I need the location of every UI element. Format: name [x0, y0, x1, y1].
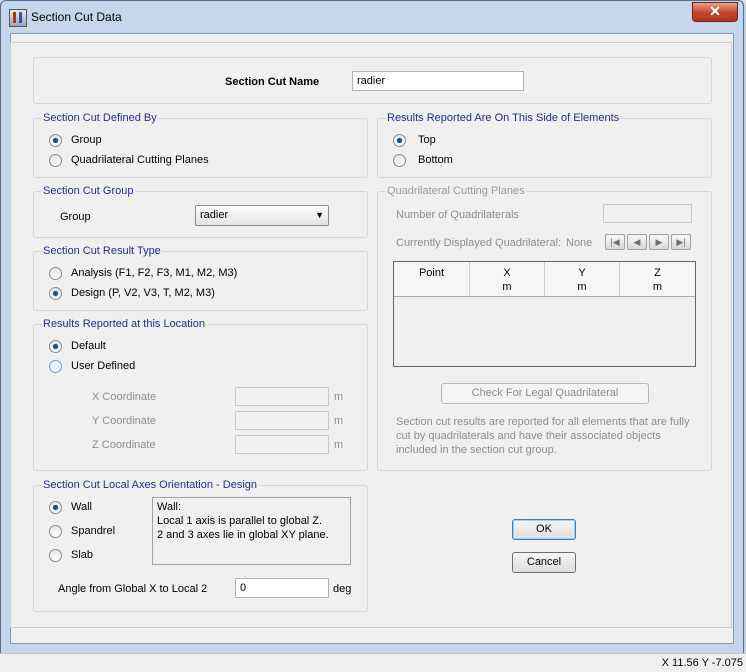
check-legal-quadrilateral-button[interactable]: Check For Legal Quadrilateral [441, 383, 649, 404]
radio-label-slab: Slab [71, 549, 94, 561]
group-dropdown-value: radier [200, 209, 229, 221]
table-header-row: Point X m Y m Z m [394, 262, 695, 297]
radio-label-top: Top [418, 134, 436, 146]
table-header-x: X m [470, 262, 545, 296]
app-icon [9, 9, 27, 27]
description-line: Wall: [157, 501, 182, 513]
window-title: Section Cut Data [31, 10, 122, 24]
section-cut-name-panel: Section Cut Name radier [33, 57, 712, 104]
cut-group-title: Section Cut Group [42, 185, 135, 197]
next-button[interactable]: ▶ [649, 234, 669, 250]
quad-planes-note: Section cut results are reported for all… [396, 415, 706, 457]
radio-defined-by-group[interactable] [49, 134, 62, 147]
radio-axes-spandrel[interactable] [49, 525, 62, 538]
radio-label-spandrel: Spandrel [71, 525, 116, 537]
note-line: cut by quadrilaterals and have their ass… [396, 430, 661, 442]
x-coordinate-label: X Coordinate [92, 391, 157, 403]
quad-planes-title: Quadrilateral Cutting Planes [386, 185, 526, 197]
last-button[interactable]: ▶| [671, 234, 691, 250]
quadrilateral-table[interactable]: Point X m Y m Z m [393, 261, 696, 367]
result-type-title: Section Cut Result Type [42, 245, 162, 257]
radio-location-user-defined[interactable] [49, 360, 62, 373]
radio-label-group: Group [71, 134, 102, 146]
radio-result-analysis[interactable] [49, 267, 62, 280]
first-icon: |◀ [610, 237, 620, 247]
radio-label-analysis: Analysis (F1, F2, F3, M1, M2, M3) [71, 267, 238, 279]
table-header-point: Point [394, 262, 470, 296]
cancel-button[interactable]: Cancel [512, 552, 576, 573]
defined-by-title: Section Cut Defined By [42, 112, 158, 124]
table-header-z: Z m [652, 267, 663, 293]
radio-label-quadrilateral: Quadrilateral Cutting Planes [71, 154, 209, 166]
z-coordinate-input[interactable] [235, 435, 329, 454]
coordinate-readout: X 11.56 Y -7.075 [661, 657, 743, 669]
description-line: Local 1 axis is parallel to global Z. [157, 515, 323, 527]
radio-side-top[interactable] [393, 134, 406, 147]
reported-side-title: Results Reported Are On This Side of Ele… [386, 112, 621, 124]
y-coordinate-unit: m [334, 415, 344, 427]
group-dropdown[interactable]: radier ▼ [195, 205, 329, 226]
radio-result-design[interactable] [49, 287, 62, 300]
last-icon: ▶| [676, 237, 686, 247]
table-header-y: Y m [545, 262, 620, 296]
z-coordinate-unit: m [334, 439, 344, 451]
description-line: 2 and 3 axes lie in global XY plane. [157, 529, 329, 541]
location-title: Results Reported at this Location [42, 318, 207, 330]
note-line: Section cut results are reported for all… [396, 416, 690, 428]
num-quadrilaterals-input[interactable] [603, 204, 692, 223]
num-quadrilaterals-label: Number of Quadrilaterals [396, 209, 519, 221]
y-coordinate-input[interactable] [235, 411, 329, 430]
radio-axes-wall[interactable] [49, 501, 62, 514]
x-coordinate-input[interactable] [235, 387, 329, 406]
chevron-down-icon: ▼ [315, 210, 324, 220]
next-icon: ▶ [655, 237, 663, 247]
local-axes-title: Section Cut Local Axes Orientation - Des… [42, 479, 259, 491]
radio-label-default: Default [71, 340, 106, 352]
previous-button[interactable]: ◀ [627, 234, 647, 250]
displayed-quadrilateral-value: None [566, 237, 593, 249]
title-bar[interactable]: Section Cut Data ✕ [1, 1, 743, 33]
angle-label: Angle from Global X to Local 2 [58, 583, 208, 595]
result-type-panel [33, 251, 368, 311]
radio-side-bottom[interactable] [393, 154, 406, 167]
radio-label-bottom: Bottom [418, 154, 453, 166]
radio-axes-slab[interactable] [49, 549, 62, 562]
radio-label-user-defined: User Defined [71, 360, 136, 372]
radio-defined-by-quadrilateral[interactable] [49, 154, 62, 167]
radio-label-wall: Wall [71, 501, 92, 513]
previous-icon: ◀ [633, 237, 641, 247]
close-button[interactable]: ✕ [692, 2, 738, 22]
orientation-description-box: Wall: Local 1 axis is parallel to global… [152, 497, 351, 565]
defined-by-panel [33, 118, 368, 178]
section-cut-name-input[interactable]: radier [352, 71, 524, 91]
radio-location-default[interactable] [49, 340, 62, 353]
status-bar: X 11.56 Y -7.075 [0, 653, 746, 672]
y-coordinate-label: Y Coordinate [92, 415, 157, 427]
note-line: included in the section cut group. [396, 444, 557, 456]
section-cut-name-label: Section Cut Name [225, 76, 320, 88]
reported-side-panel [377, 118, 712, 178]
quad-nav: |◀ ◀ ▶ ▶| [605, 234, 693, 250]
z-coordinate-label: Z Coordinate [92, 439, 156, 451]
ok-button[interactable]: OK [512, 519, 576, 540]
x-coordinate-unit: m [334, 391, 344, 403]
displayed-quadrilateral-label: Currently Displayed Quadrilateral: [396, 237, 562, 249]
first-button[interactable]: |◀ [605, 234, 625, 250]
angle-input[interactable]: 0 [235, 578, 329, 598]
angle-unit: deg [333, 583, 352, 595]
radio-label-design: Design (P, V2, V3, T, M2, M3) [71, 287, 215, 299]
group-label: Group [60, 211, 91, 223]
